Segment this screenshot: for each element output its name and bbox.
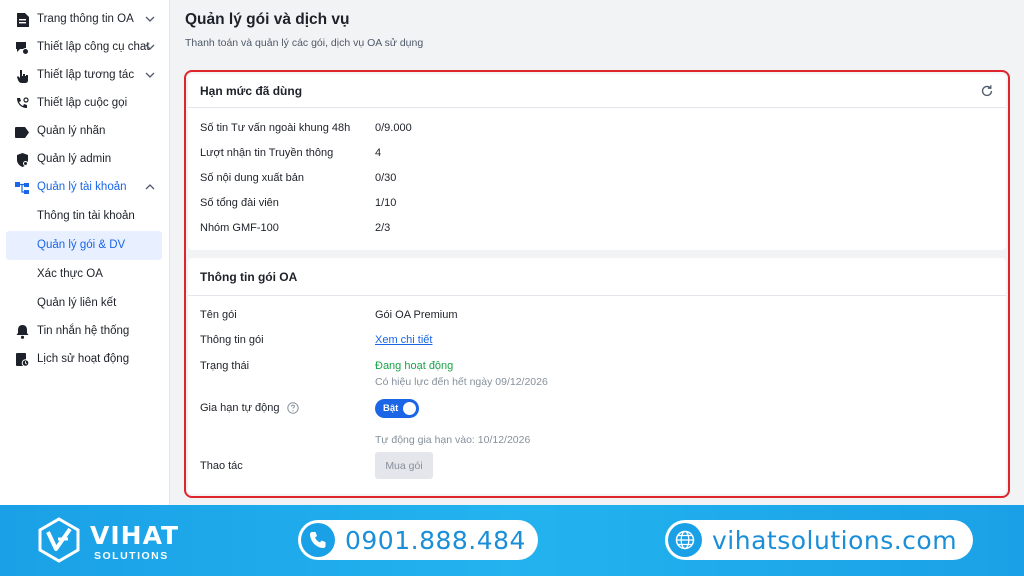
sidebar-item-label: Quản lý tài khoản [37, 181, 127, 193]
promo-banner: VIHAT SOLUTIONS 0901.888.484 vihatsoluti… [0, 505, 1024, 576]
phone-pill[interactable]: 0901.888.484 [298, 520, 538, 560]
sidebar-item-interaction[interactable]: Thiết lập tương tác [0, 62, 169, 90]
history-icon [14, 352, 30, 368]
main-content: Quản lý gói và dịch vụ Thanh toán và quả… [170, 0, 1024, 505]
chevron-down-icon [145, 44, 155, 50]
brand-name: VIHAT [90, 521, 180, 550]
sidebar-item-label: Thiết lập cuộc gọi [37, 97, 128, 109]
sidebar-item-label: Lịch sử hoạt động [37, 353, 130, 365]
shield-user-icon [14, 152, 30, 168]
brand-logo: VIHAT SOLUTIONS [36, 517, 180, 565]
chat-settings-icon [14, 40, 30, 56]
page-subtitle: Thanh toán và quản lý các gói, dịch vụ O… [185, 37, 424, 49]
chevron-down-icon [145, 16, 155, 22]
sidebar-item-history[interactable]: Lịch sử hoạt động [0, 346, 169, 374]
brand-mark-icon [38, 517, 80, 563]
pointer-hand-icon [14, 68, 30, 84]
page-title: Quản lý gói và dịch vụ [185, 11, 350, 28]
sidebar-subitem-account-info[interactable]: Thông tin tài khoản [0, 202, 169, 231]
sidebar-item-label: Quản lý nhãn [37, 125, 106, 137]
sidebar-item-system-messages[interactable]: Tin nhắn hệ thống [0, 318, 169, 346]
sidebar-item-label: Trang thông tin OA [37, 13, 134, 25]
phone-number: 0901.888.484 [345, 525, 526, 555]
sidebar: Trang thông tin OA Thiết lập công cụ cha… [0, 0, 170, 505]
sidebar-item-labels[interactable]: Quản lý nhãn [0, 118, 169, 146]
chevron-up-icon [145, 184, 155, 190]
sidebar-item-account[interactable]: Quản lý tài khoản [0, 174, 169, 202]
bell-icon [14, 324, 30, 340]
sidebar-subitem-packages[interactable]: Quản lý gói & DV [6, 231, 162, 260]
website-url: vihatsolutions.com [712, 525, 958, 555]
tag-icon [14, 124, 30, 140]
sidebar-item-label: Quản lý admin [37, 153, 112, 165]
phone-icon [301, 523, 335, 557]
sidebar-item-call-settings[interactable]: Thiết lập cuộc gọi [0, 90, 169, 118]
phone-settings-icon [14, 96, 30, 112]
account-tree-icon [14, 180, 30, 196]
sidebar-item-label: Thiết lập tương tác [37, 69, 135, 81]
sidebar-subitem-links[interactable]: Quản lý liên kết [0, 289, 169, 318]
globe-icon [668, 523, 702, 557]
chevron-down-icon [145, 72, 155, 78]
sidebar-subitem-oa-verify[interactable]: Xác thực OA [0, 260, 169, 289]
sidebar-item-label: Thiết lập công cụ chat [37, 41, 150, 53]
website-pill[interactable]: vihatsolutions.com [665, 520, 973, 560]
sidebar-item-chat-tools[interactable]: Thiết lập công cụ chat [0, 34, 169, 62]
brand-subtitle: SOLUTIONS [94, 550, 169, 562]
sidebar-item-label: Tin nhắn hệ thống [37, 325, 130, 337]
highlight-frame [184, 70, 1010, 498]
sidebar-item-admin[interactable]: Quản lý admin [0, 146, 169, 174]
document-icon [14, 12, 30, 28]
sidebar-item-oa-info[interactable]: Trang thông tin OA [0, 6, 169, 34]
